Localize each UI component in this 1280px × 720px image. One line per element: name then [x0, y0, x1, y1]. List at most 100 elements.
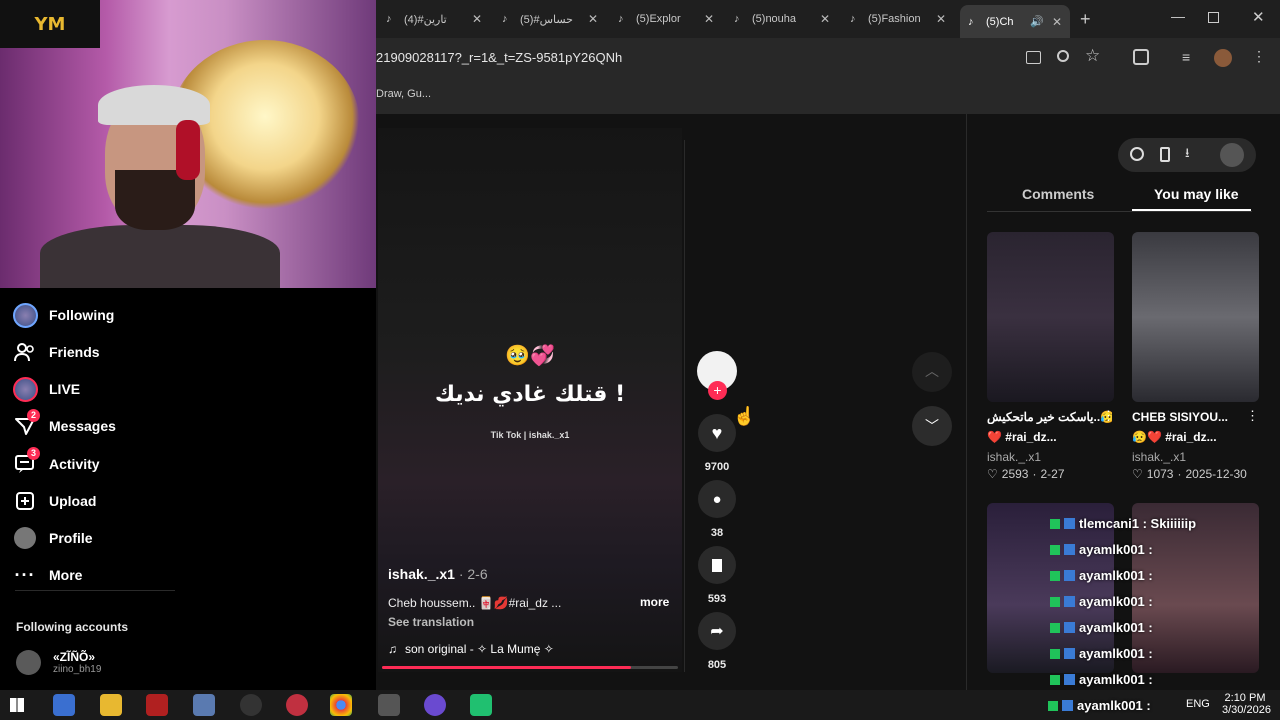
chrome-icon[interactable] — [330, 694, 352, 716]
close-icon[interactable]: ✕ — [472, 12, 482, 26]
sidebar-item-following[interactable]: Following — [12, 300, 114, 330]
person-body — [40, 225, 280, 288]
close-icon[interactable]: ✕ — [936, 12, 946, 26]
store-icon[interactable] — [53, 694, 75, 716]
following-accounts-heading: Following accounts — [16, 620, 129, 634]
chat-message: ayamlk001 : — [1050, 620, 1153, 635]
following-account-item[interactable]: «ZĨÑÕ» ziino_bh19 — [16, 650, 101, 675]
tab-title: (5)nouha — [752, 13, 797, 25]
zoom-icon[interactable] — [1057, 50, 1069, 62]
close-icon[interactable]: ✕ — [704, 12, 714, 26]
app-icon[interactable] — [146, 694, 168, 716]
file-explorer-icon[interactable] — [100, 694, 122, 716]
player-tools: ⭳ — [1118, 138, 1256, 172]
sidebar-item-label: Activity — [49, 456, 100, 472]
app-icon[interactable] — [193, 694, 215, 716]
chat-text: ayamlk001 : — [1079, 568, 1153, 583]
card-more-icon[interactable]: ⋮ — [1102, 408, 1115, 424]
more-dots-icon: ··· — [14, 565, 36, 585]
video-progress-fill — [382, 666, 631, 669]
maximize-icon[interactable] — [1208, 12, 1219, 23]
save-button[interactable] — [698, 546, 736, 584]
language-indicator[interactable]: ENG — [1186, 698, 1210, 710]
download-icon[interactable]: ⭳ — [1185, 144, 1190, 166]
video-progress-track[interactable] — [382, 666, 678, 669]
sound-info[interactable]: ♫ son original - ✧ La Mumę ✧ — [388, 642, 554, 656]
recommended-video-card[interactable] — [1132, 232, 1259, 402]
bookmark-star-icon[interactable]: ☆ — [1085, 46, 1100, 66]
activity-badge: 3 — [27, 447, 40, 460]
browser-tab-active[interactable]: ♪ (5)Ch 🔊 ✕ — [960, 5, 1070, 38]
browser-tab[interactable]: ♪ حساس#(5) ✕ — [502, 6, 606, 32]
steam-icon[interactable] — [240, 694, 262, 716]
minimize-icon[interactable]: — — [1171, 8, 1185, 24]
app-icon[interactable] — [286, 694, 308, 716]
user-avatar[interactable] — [1220, 143, 1244, 167]
sidebar-item-live[interactable]: LIVE — [12, 374, 80, 404]
video-date: 2-6 — [467, 566, 488, 582]
menu-kebab-icon[interactable]: ⋮ — [1252, 48, 1266, 65]
sidebar-item-profile[interactable]: Profile — [12, 523, 93, 553]
discord-icon[interactable] — [424, 694, 446, 716]
sidebar-item-more[interactable]: ··· More — [12, 560, 83, 590]
url-field[interactable]: 21909028117?_r=1&_t=ZS-9581pY26QNh — [376, 50, 622, 65]
install-app-icon[interactable] — [1026, 51, 1041, 64]
chat-text: ayamlk001 : — [1079, 542, 1153, 557]
share-arrow-icon: ➦ — [710, 623, 724, 640]
messages-badge: 2 — [27, 409, 40, 422]
new-tab-icon[interactable]: + — [1080, 9, 1091, 30]
active-tab-indicator — [1132, 209, 1251, 211]
video-watermark: Tik Tok | ishak._x1 — [490, 430, 570, 440]
profile-avatar[interactable] — [1214, 49, 1232, 67]
account-handle: ziino_bh19 — [53, 664, 102, 675]
comment-button[interactable]: ● — [698, 480, 736, 518]
browser-tab[interactable]: ♪ تارين#(4) ✕ — [386, 6, 490, 32]
media-control-icon[interactable]: ≡ — [1182, 49, 1190, 65]
heart-outline-icon: ♡ — [987, 467, 998, 481]
extensions-icon[interactable] — [1133, 49, 1149, 65]
like-button[interactable]: ♥ — [698, 414, 736, 452]
address-bar: 21909028117?_r=1&_t=ZS-9581pY26QNh ☆ ≡ ⋮ — [376, 38, 1280, 80]
speaker-icon: 🔊 — [1030, 16, 1044, 28]
app-icon[interactable] — [378, 694, 400, 716]
tab-comments[interactable]: Comments — [1022, 186, 1094, 202]
close-icon[interactable]: ✕ — [588, 12, 598, 26]
tab-you-may-like[interactable]: You may like — [1154, 186, 1239, 202]
previous-video-button[interactable]: ︿ — [912, 352, 952, 392]
close-icon[interactable]: ✕ — [1052, 15, 1062, 29]
window-close-icon[interactable]: ✕ — [1252, 8, 1265, 26]
embed-icon[interactable] — [1130, 147, 1144, 161]
see-translation-link[interactable]: See translation — [388, 615, 474, 629]
clock[interactable]: 2:10 PM 3/30/2026 — [1222, 692, 1271, 716]
sidebar-divider — [15, 590, 175, 591]
share-button[interactable]: ➦ — [698, 612, 736, 650]
chat-text: tlemcani1 : Skiiiiiip — [1079, 516, 1197, 531]
sidebar-item-activity[interactable]: 3 Activity — [12, 447, 100, 479]
card-more-icon[interactable]: ⋮ — [1246, 408, 1259, 424]
sidebar-item-label: Messages — [49, 418, 116, 434]
video-author[interactable]: ishak._.x1 · 2-6 — [388, 566, 488, 582]
app-icon[interactable] — [470, 694, 492, 716]
tab-title: (5)Ch — [986, 15, 1014, 28]
profile-avatar-icon — [12, 525, 38, 551]
bookmark-item[interactable]: Draw, Gu... — [376, 88, 431, 100]
sidebar-item-upload[interactable]: Upload — [12, 486, 96, 516]
logo-text: YM — [34, 13, 66, 35]
sidebar-item-messages[interactable]: 2 Messages — [12, 409, 116, 441]
sidebar-item-friends[interactable]: Friends — [12, 337, 100, 367]
next-video-button[interactable]: ﹀ — [912, 406, 952, 446]
browser-tab[interactable]: ♪ (5)Explor ✕ — [618, 6, 722, 32]
follow-plus-icon[interactable]: + — [708, 381, 727, 400]
recommended-video-card[interactable] — [987, 232, 1114, 402]
video-player[interactable]: 🥹💞 قتلك غادي نديك ! Tik Tok | ishak._x1 … — [378, 128, 682, 672]
heart-icon: ♥ — [711, 422, 723, 443]
caption-text: قتلك غادي نديك ! — [434, 382, 626, 407]
more-button[interactable]: more — [640, 595, 669, 609]
card-tags: 😥❤️ #rai_dz... — [1132, 430, 1217, 444]
phone-icon[interactable] — [1160, 147, 1170, 162]
windows-start-icon[interactable] — [10, 698, 24, 712]
browser-tab[interactable]: ♪ (5)Fashion ✕ — [850, 6, 954, 32]
heart-outline-icon: ♡ — [1132, 467, 1143, 481]
close-icon[interactable]: ✕ — [820, 12, 830, 26]
browser-tab[interactable]: ♪ (5)nouha ✕ — [734, 6, 838, 32]
